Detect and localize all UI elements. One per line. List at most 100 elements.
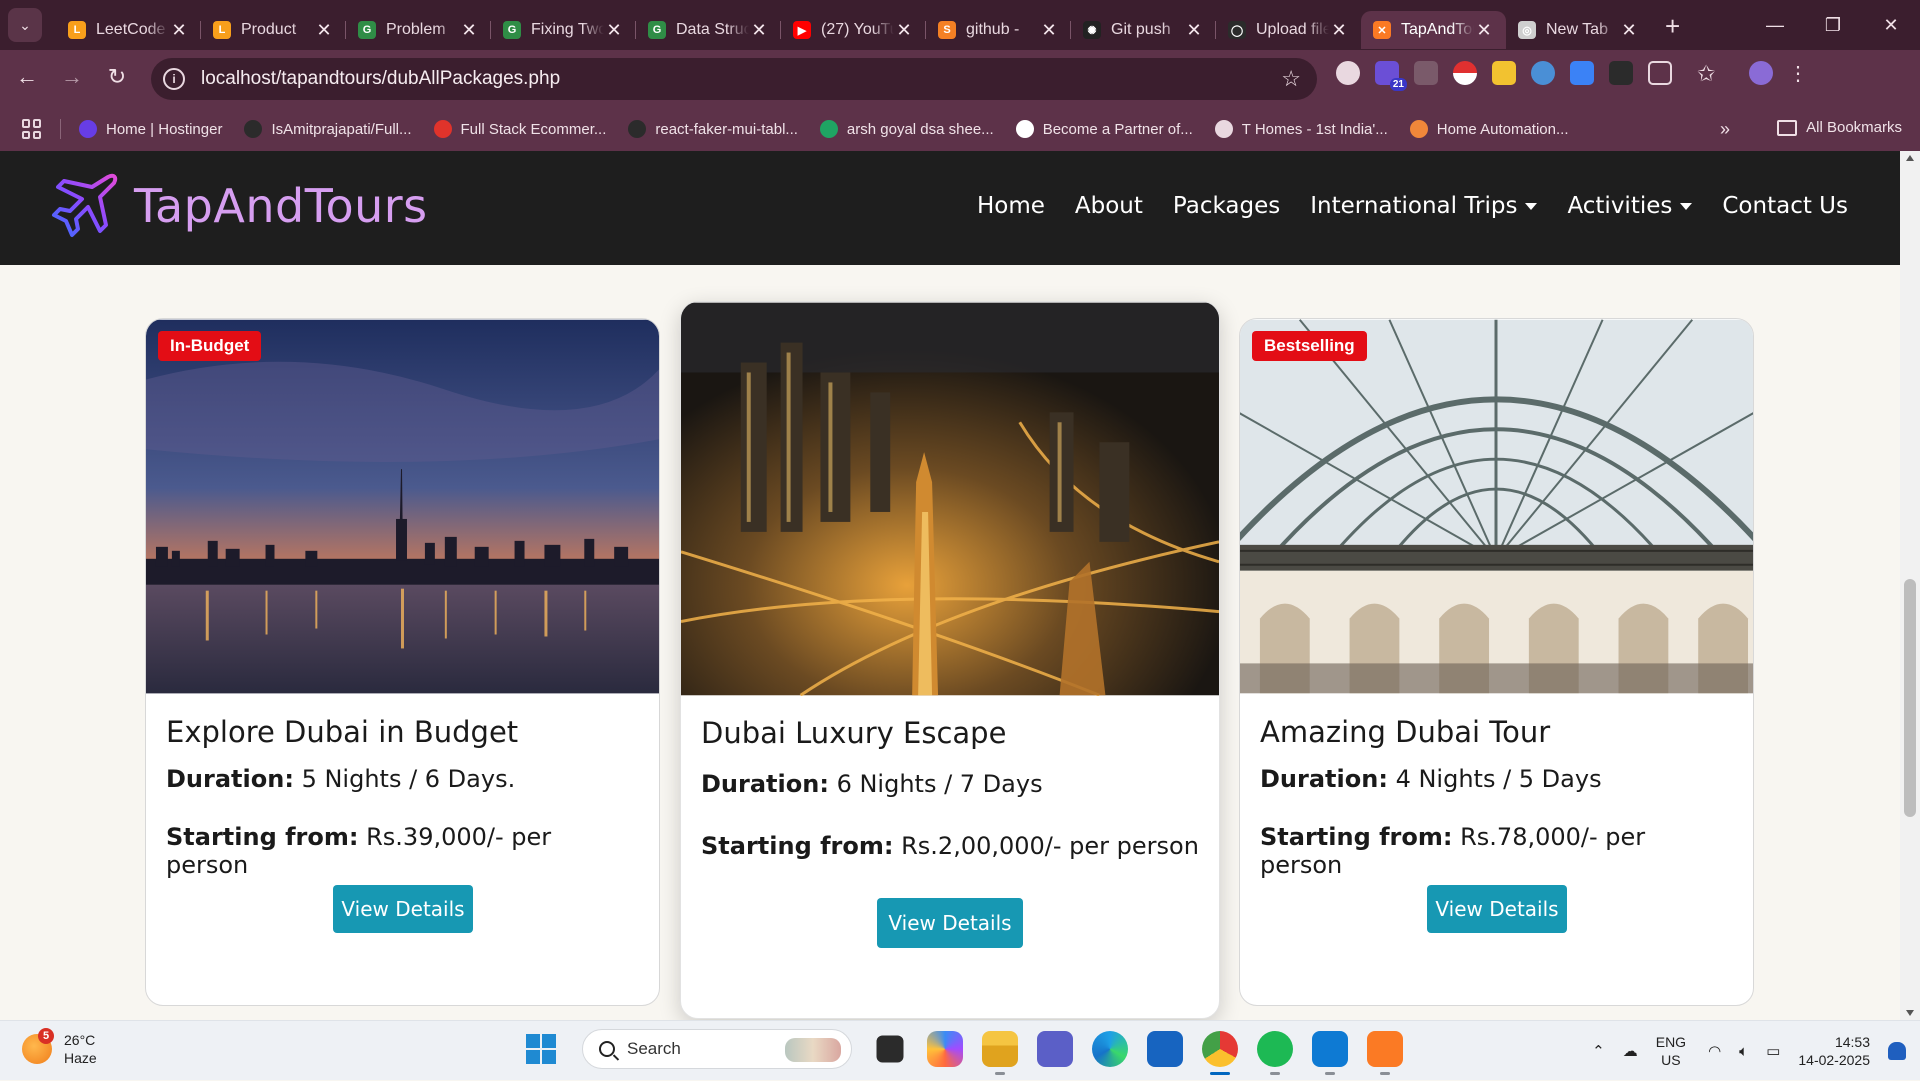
nav-contact-us[interactable]: Contact Us <box>1722 193 1848 219</box>
browser-tab[interactable]: G Data Structures✕ <box>635 11 781 49</box>
bookmark-item[interactable]: T Homes - 1st India'... <box>1214 120 1388 138</box>
store-icon[interactable] <box>1147 1031 1183 1067</box>
leetcode-icon: L <box>213 21 231 39</box>
spotify-icon[interactable] <box>1257 1031 1293 1075</box>
task-view-icon[interactable] <box>876 1035 904 1063</box>
lock-extension-icon[interactable] <box>1492 61 1516 85</box>
volume-icon[interactable]: 🔈︎ <box>1739 1043 1748 1060</box>
extension-icon[interactable]: 21 <box>1375 61 1407 91</box>
recycle-extension-icon[interactable] <box>1414 61 1438 85</box>
bookmark-item[interactable]: Become a Partner of... <box>1015 120 1193 138</box>
reading-list-icon[interactable]: ✩ <box>1697 61 1721 86</box>
windows-start-icon[interactable] <box>526 1034 556 1064</box>
bookmark-item[interactable]: arsh goyal dsa shee... <box>819 120 994 138</box>
xampp-icon[interactable] <box>1367 1031 1403 1075</box>
duration-value: 5 Nights / 6 Days. <box>301 765 516 793</box>
browser-tab[interactable]: L LeetCode ✕ <box>56 11 201 49</box>
tab-close-icon[interactable]: ✕ <box>749 20 769 41</box>
browser-tab[interactable]: Sgithub - ✕ <box>925 11 1071 49</box>
restore-button[interactable]: ❐ <box>1804 0 1862 50</box>
package-title: Dubai Luxury Escape <box>701 716 1007 750</box>
menu-kebab-icon[interactable]: ⋮ <box>1788 61 1812 85</box>
bookmark-label: T Homes - 1st India'... <box>1241 120 1388 138</box>
battery-icon[interactable]: ▭ <box>1766 1042 1780 1060</box>
browser-tab[interactable]: ◎ New Tab ✕ <box>1506 11 1651 49</box>
eyedropper-extension-icon[interactable] <box>1609 61 1633 85</box>
minimize-button[interactable]: — <box>1746 0 1804 50</box>
browser-tab[interactable]: L Product ✕ <box>200 11 346 49</box>
nav-international-trips[interactable]: International Trips <box>1310 193 1538 219</box>
bookmark-item[interactable]: react-faker-mui-tabl... <box>628 120 798 138</box>
notification-bell-icon[interactable] <box>1888 1042 1906 1060</box>
tab-search-button[interactable]: ⌄ <box>8 8 42 42</box>
browser-tab[interactable]: ✺ Git push ✕ <box>1070 11 1216 49</box>
view-details-button[interactable]: View Details <box>333 885 473 933</box>
forward-button[interactable]: → <box>57 64 87 90</box>
docs-extension-icon[interactable] <box>1570 61 1594 85</box>
clock[interactable]: 14:53 14-02-2025 <box>1798 1033 1870 1069</box>
new-tab-button[interactable]: + <box>1665 11 1680 42</box>
vscode-icon[interactable] <box>1312 1031 1348 1075</box>
browser-tab[interactable]: G Fixing Two ✕ <box>490 11 636 49</box>
bookmarks-bar: Home | Hostinger IsAmitprajapati/Full... F… <box>0 107 1920 151</box>
tab-close-icon[interactable]: ✕ <box>604 20 624 41</box>
language-indicator[interactable]: ENG US <box>1656 1033 1686 1069</box>
brand[interactable]: TapAndTours <box>50 171 428 241</box>
tab-close-icon[interactable]: ✕ <box>1184 20 1204 41</box>
bookmark-item[interactable]: IsAmitprajapati/Full... <box>244 120 412 138</box>
view-details-button[interactable]: View Details <box>877 898 1023 948</box>
bookmark-favicon-icon <box>628 120 647 138</box>
site-info-icon[interactable]: i <box>163 68 185 90</box>
tab-close-icon[interactable]: ✕ <box>894 20 914 41</box>
address-bar[interactable]: i localhost/tapandtours/dubAllPackages.p… <box>151 58 1317 100</box>
pokeball-extension-icon[interactable] <box>1453 61 1477 85</box>
browser-tab[interactable]: G Problem ✕ <box>345 11 491 49</box>
scroll-up-arrow-icon[interactable] <box>1906 155 1914 161</box>
reload-button[interactable]: ↻ <box>102 64 132 90</box>
tab-close-icon[interactable]: ✕ <box>1619 20 1639 41</box>
tab-close-icon[interactable]: ✕ <box>459 20 479 41</box>
onedrive-icon[interactable]: ☁ <box>1623 1042 1638 1060</box>
react-devtools-icon[interactable] <box>1336 61 1360 85</box>
weather-widget[interactable]: 5 26°C Haze <box>22 1028 97 1067</box>
teams-icon[interactable] <box>1037 1031 1073 1067</box>
taskbar-search[interactable]: Search <box>582 1029 852 1069</box>
bookmark-item[interactable]: Full Stack Ecommer... <box>433 120 606 138</box>
scroll-down-arrow-icon[interactable] <box>1906 1010 1914 1016</box>
browser-tab[interactable]: ✕TapAndTours✕ <box>1361 11 1506 49</box>
tab-close-icon[interactable]: ✕ <box>1329 20 1349 41</box>
copilot-icon[interactable] <box>927 1031 963 1067</box>
bookmark-star-icon[interactable]: ☆ <box>1281 66 1301 92</box>
chrome-icon[interactable] <box>1202 1031 1238 1075</box>
apps-grid-icon[interactable] <box>22 119 42 139</box>
page-scrollbar[interactable] <box>1900 151 1920 1020</box>
gauge-extension-icon[interactable] <box>1531 61 1555 85</box>
nav-packages[interactable]: Packages <box>1173 193 1280 219</box>
folder-icon <box>1777 119 1798 136</box>
wifi-icon[interactable]: ◠ <box>1708 1042 1721 1060</box>
tab-close-icon[interactable]: ✕ <box>1474 20 1494 41</box>
nav-activities[interactable]: Activities <box>1567 193 1693 219</box>
tab-close-icon[interactable]: ✕ <box>1039 20 1059 41</box>
price-value: Rs.2,00,000/- per person <box>901 832 1199 860</box>
browser-tab[interactable]: ◯ Upload files✕ <box>1215 11 1361 49</box>
more-bookmarks-icon[interactable]: » <box>1720 119 1730 140</box>
tab-close-icon[interactable]: ✕ <box>314 20 334 41</box>
bookmark-item[interactable]: Home Automation... <box>1409 120 1568 138</box>
browser-tab[interactable]: ▶ (27) YouTube✕ <box>780 11 926 49</box>
back-button[interactable]: ← <box>12 64 42 90</box>
main-menu: Home About Packages International Trips Acti… <box>947 193 1848 219</box>
close-window-button[interactable]: ✕ <box>1862 0 1920 50</box>
tab-close-icon[interactable]: ✕ <box>169 20 189 41</box>
bookmark-item[interactable]: Home | Hostinger <box>79 120 222 138</box>
all-bookmarks-button[interactable]: All Bookmarks <box>1777 119 1902 136</box>
chevron-up-icon[interactable]: ⌃ <box>1592 1042 1605 1060</box>
puzzle-extensions-icon[interactable] <box>1648 61 1672 85</box>
view-details-button[interactable]: View Details <box>1427 885 1567 933</box>
scroll-thumb[interactable] <box>1904 579 1916 817</box>
file-explorer-icon[interactable] <box>982 1031 1018 1075</box>
edge-icon[interactable] <box>1092 1031 1128 1067</box>
nav-about[interactable]: About <box>1075 193 1143 219</box>
nav-home[interactable]: Home <box>977 193 1045 219</box>
profile-avatar[interactable] <box>1749 61 1773 85</box>
